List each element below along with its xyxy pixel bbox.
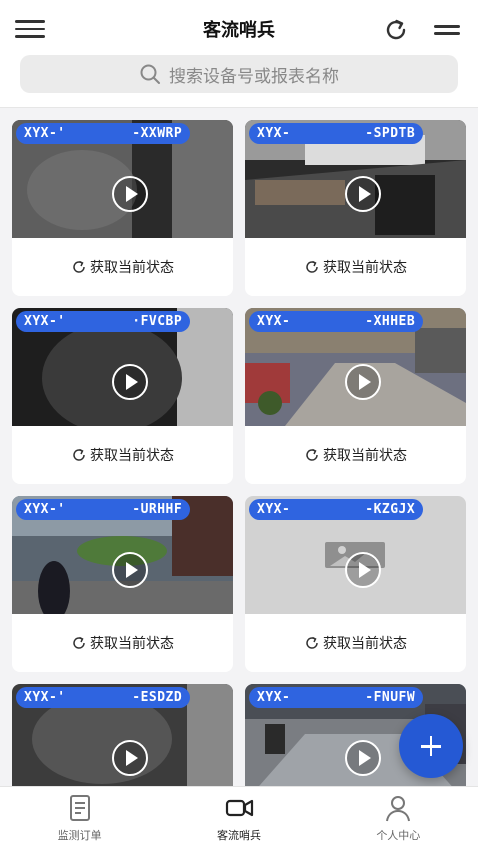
play-icon[interactable]: [345, 364, 381, 400]
camera-card[interactable]: XYX-' ·FVCBP 获取当前状态: [12, 308, 233, 484]
device-code: XYX- -FNUFW: [249, 687, 424, 708]
camera-thumbnail[interactable]: XYX- -KZGJX: [245, 496, 466, 614]
camera-thumbnail[interactable]: XYX-' -URHHF: [12, 496, 233, 614]
refresh-icon: [73, 260, 85, 273]
camera-card[interactable]: XYX-' -ESDZD: [12, 684, 233, 786]
get-status-button[interactable]: 获取当前状态: [245, 238, 466, 296]
document-icon: [69, 795, 90, 821]
status-label: 获取当前状态: [323, 636, 407, 652]
status-label: 获取当前状态: [90, 260, 174, 276]
app-header: 客流哨兵 搜索设备号或报表名称: [0, 0, 478, 108]
refresh-icon: [73, 636, 85, 649]
get-status-button[interactable]: 获取当前状态: [12, 238, 233, 296]
refresh-icon: [306, 636, 318, 649]
device-code: XYX-' -ESDZD: [16, 687, 191, 708]
status-label: 获取当前状态: [323, 448, 407, 464]
device-code: XYX-' -XXWRP: [16, 123, 191, 144]
device-code: XYX- -XHHEB: [249, 311, 424, 332]
search-input[interactable]: 搜索设备号或报表名称: [20, 55, 458, 93]
user-icon: [386, 796, 411, 822]
play-icon[interactable]: [345, 552, 381, 588]
play-icon[interactable]: [345, 176, 381, 212]
refresh-icon: [306, 260, 318, 273]
camera-grid: XYX-' -XXWRP 获取当前状态 XYX- -SPDTB 获取当前状态 X…: [12, 120, 466, 786]
bottom-tab-bar: 监测订单 客流哨兵 个人中心: [0, 786, 478, 850]
tab-monitor-orders[interactable]: 监测订单: [0, 787, 159, 850]
play-icon[interactable]: [112, 176, 148, 212]
tab-personal-center[interactable]: 个人中心: [319, 787, 478, 850]
camera-thumbnail[interactable]: XYX- -XHHEB: [245, 308, 466, 426]
status-label: 获取当前状态: [90, 636, 174, 652]
camera-thumbnail[interactable]: XYX-' ·FVCBP: [12, 308, 233, 426]
play-icon[interactable]: [112, 740, 148, 776]
add-button[interactable]: [399, 714, 463, 778]
device-code: XYX-' ·FVCBP: [16, 311, 191, 332]
get-status-button[interactable]: 获取当前状态: [245, 426, 466, 484]
refresh-icon: [306, 448, 318, 461]
tab-label: 监测订单: [57, 829, 102, 842]
get-status-button[interactable]: 获取当前状态: [12, 614, 233, 672]
status-label: 获取当前状态: [90, 448, 174, 464]
device-code: XYX- -SPDTB: [249, 123, 424, 144]
camera-card[interactable]: XYX- -XHHEB 获取当前状态: [245, 308, 466, 484]
play-icon[interactable]: [112, 552, 148, 588]
camera-card[interactable]: XYX-' -URHHF 获取当前状态: [12, 496, 233, 672]
get-status-button[interactable]: 获取当前状态: [245, 614, 466, 672]
device-code: XYX-' -URHHF: [16, 499, 191, 520]
tab-passenger-sentinel[interactable]: 客流哨兵: [159, 787, 318, 850]
camera-thumbnail[interactable]: XYX-' -ESDZD: [12, 684, 233, 786]
play-icon[interactable]: [345, 740, 381, 776]
camera-thumbnail[interactable]: XYX- -SPDTB: [245, 120, 466, 238]
tab-label: 客流哨兵: [216, 829, 261, 842]
camera-card[interactable]: XYX- -SPDTB 获取当前状态: [245, 120, 466, 296]
camera-card[interactable]: XYX- -KZGJX 获取当前状态: [245, 496, 466, 672]
camera-thumbnail[interactable]: XYX-' -XXWRP: [12, 120, 233, 238]
refresh-icon: [73, 448, 85, 461]
video-camera-icon: [225, 799, 254, 817]
tab-label: 个人中心: [376, 829, 421, 842]
more-icon[interactable]: [434, 25, 460, 37]
search-icon: [140, 64, 160, 84]
device-code: XYX- -KZGJX: [249, 499, 424, 520]
camera-card[interactable]: XYX-' -XXWRP 获取当前状态: [12, 120, 233, 296]
status-label: 获取当前状态: [323, 260, 407, 276]
play-icon[interactable]: [112, 364, 148, 400]
refresh-icon[interactable]: [382, 16, 410, 44]
get-status-button[interactable]: 获取当前状态: [12, 426, 233, 484]
search-placeholder: 搜索设备号或报表名称: [169, 66, 339, 87]
